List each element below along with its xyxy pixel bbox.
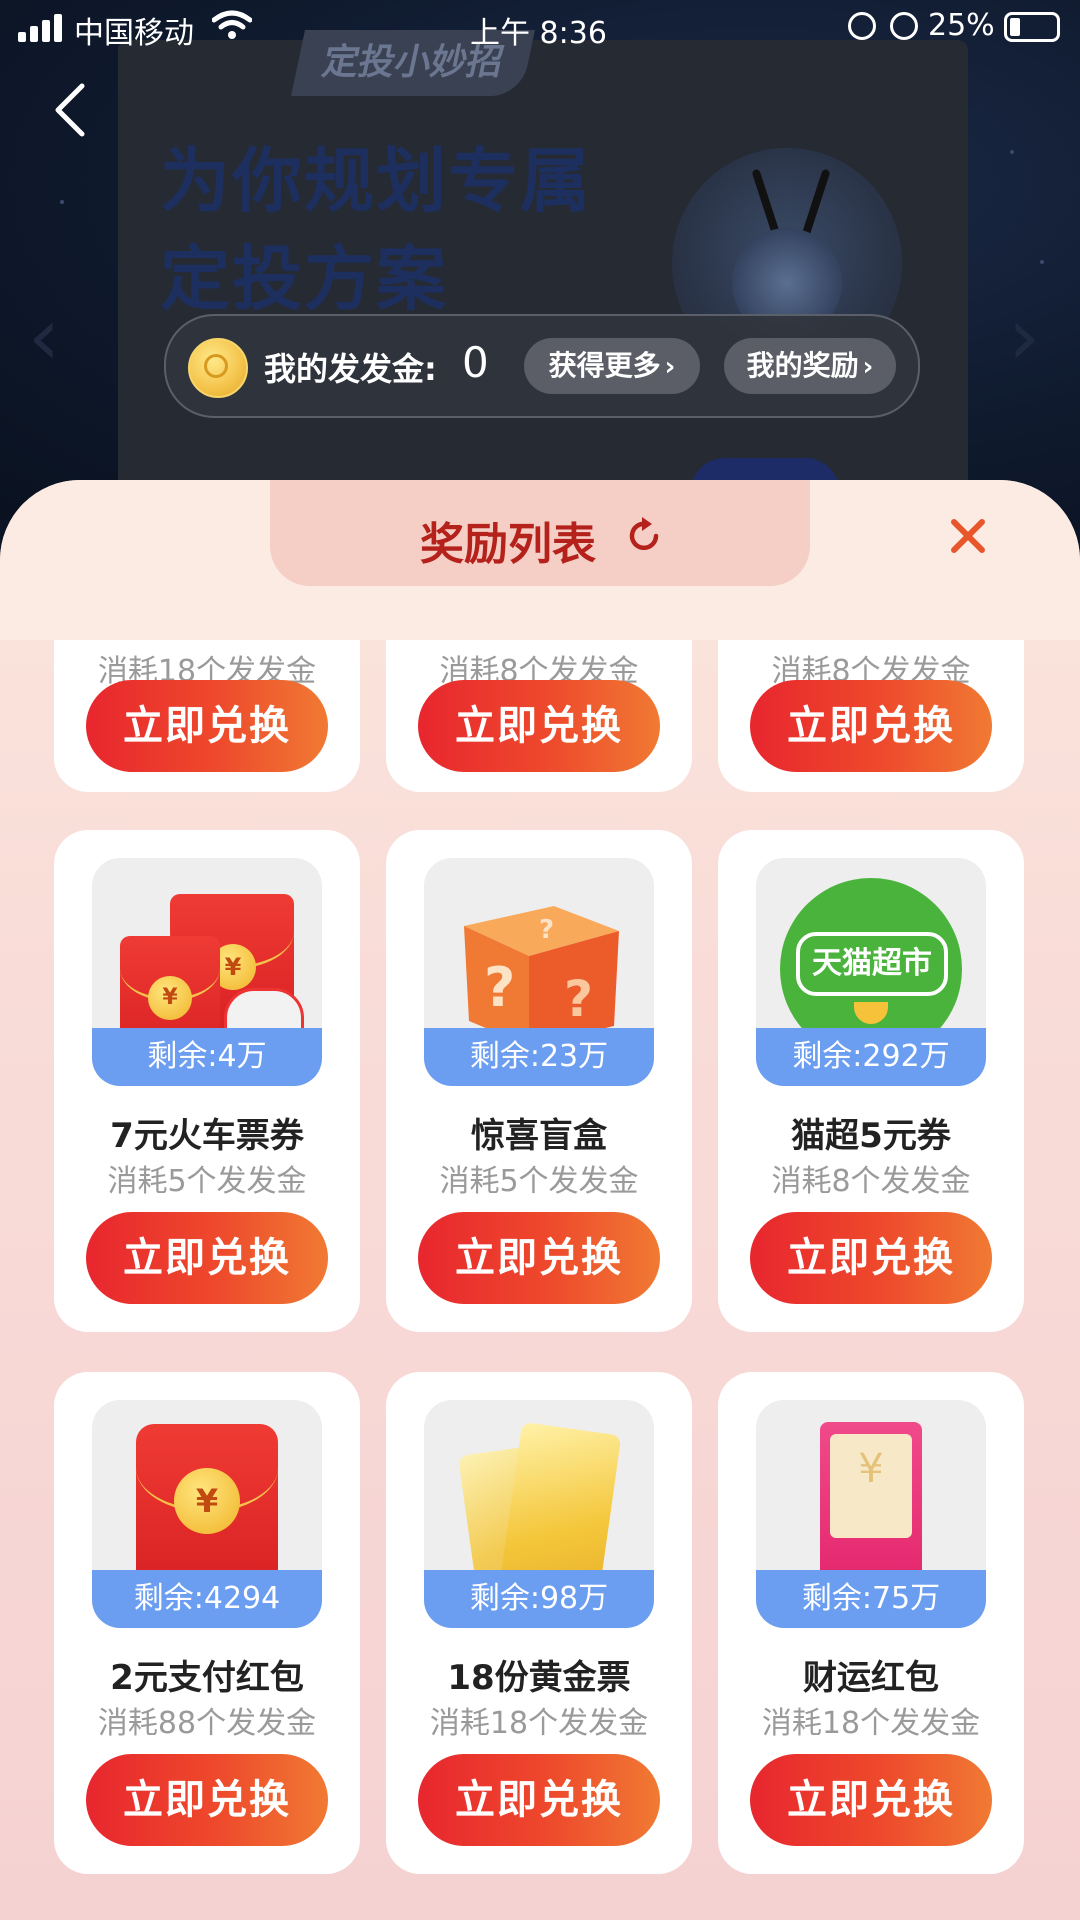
back-icon[interactable] — [50, 80, 90, 140]
banner-title-line1: 为你规划专属 — [160, 140, 592, 222]
tmall-logo-text: 天猫超市 — [796, 932, 948, 996]
my-rewards-label: 我的奖励 — [746, 349, 859, 382]
star-decoration — [1040, 260, 1044, 264]
reward-name: 猫超5元券 — [791, 1116, 951, 1156]
coin-balance-value: 0 — [462, 338, 489, 387]
reward-cost: 消耗5个发发金 — [107, 1164, 307, 1199]
remaining-badge: 剩余:292万 — [756, 1028, 986, 1086]
reward-name: 2元支付红包 — [110, 1658, 304, 1698]
reward-name: 财运红包 — [803, 1658, 939, 1698]
train-ticket-red-envelope-icon: ¥ ¥ 剩余:4万 — [92, 858, 322, 1086]
mystery-box-icon: ? ? ? 剩余:23万 — [424, 858, 654, 1086]
mascot-antenna — [801, 168, 831, 238]
get-more-button[interactable]: 获得更多 › — [524, 338, 700, 394]
redeem-button[interactable]: 立即兑换 — [750, 680, 992, 772]
reward-name: 18份黄金票 — [447, 1658, 631, 1698]
clock: 上午 8:36 — [470, 16, 607, 51]
rewards-sheet: 奖励列表 消耗18个发发金 立即兑换 消耗8个发发金 立即兑换 消耗8个发发金 … — [0, 480, 1080, 1920]
red-envelope-icon: ¥ 剩余:4294 — [92, 1400, 322, 1628]
carousel-prev-icon[interactable]: ‹ — [28, 290, 60, 383]
refresh-icon[interactable] — [622, 514, 666, 558]
star-decoration — [60, 200, 64, 204]
coin-balance-bar: 我的发发金: 0 获得更多 › 我的奖励 › — [164, 314, 920, 418]
smile-icon — [854, 1002, 888, 1024]
signal-icon — [18, 14, 64, 42]
remaining-badge: 剩余:98万 — [424, 1570, 654, 1628]
carousel-next-icon[interactable]: › — [1008, 290, 1040, 383]
reward-name: 惊喜盲盒 — [471, 1116, 607, 1156]
remaining-badge: 剩余:75万 — [756, 1570, 986, 1628]
chevron-right-icon: › — [862, 352, 874, 382]
svg-text:?: ? — [484, 956, 515, 1019]
reward-cost: 消耗8个发发金 — [771, 1164, 971, 1199]
get-more-label: 获得更多 — [548, 349, 661, 382]
carrier-label: 中国移动 — [74, 16, 194, 51]
rotation-lock-icon — [848, 12, 876, 40]
wifi-icon — [212, 10, 252, 39]
remaining-badge: 剩余:23万 — [424, 1028, 654, 1086]
reward-card: 消耗8个发发金 立即兑换 — [718, 640, 1024, 792]
battery-icon — [1004, 12, 1060, 42]
reward-card: 消耗8个发发金 立即兑换 — [386, 640, 692, 792]
reward-card-tmall-coupon[interactable]: 天猫超市 剩余:292万 猫超5元券 消耗8个发发金 立即兑换 — [718, 830, 1024, 1332]
gold-coin-icon — [188, 338, 248, 398]
star-decoration — [1010, 150, 1014, 154]
redeem-button[interactable]: 立即兑换 — [418, 1754, 660, 1846]
redeem-button[interactable]: 立即兑换 — [86, 680, 328, 772]
redeem-button[interactable]: 立即兑换 — [750, 1212, 992, 1304]
battery-percent: 25% — [928, 8, 995, 43]
tmall-supermarket-logo: 天猫超市 剩余:292万 — [756, 858, 986, 1086]
reward-card-gold-ticket[interactable]: 剩余:98万 18份黄金票 消耗18个发发金 立即兑换 — [386, 1372, 692, 1874]
redeem-button[interactable]: 立即兑换 — [86, 1754, 328, 1846]
gold-ticket-icon: 剩余:98万 — [424, 1400, 654, 1628]
reward-card-mystery-box[interactable]: ? ? ? 剩余:23万 惊喜盲盒 消耗5个发发金 立即兑换 — [386, 830, 692, 1332]
rewards-grid: 消耗18个发发金 立即兑换 消耗8个发发金 立即兑换 消耗8个发发金 立即兑换 … — [0, 640, 1080, 1920]
top-banner: 定投小妙招 为你规划专属 定投方案 ‹ › — [0, 0, 1080, 520]
reward-card: 消耗18个发发金 立即兑换 — [54, 640, 360, 792]
coin-balance-label: 我的发发金: — [264, 350, 437, 388]
reward-card-fortune-red-envelope[interactable]: ¥ 剩余:75万 财运红包 消耗18个发发金 立即兑换 — [718, 1372, 1024, 1874]
envelope-card: ¥ — [830, 1434, 912, 1538]
status-bar: 中国移动 上午 8:36 25% — [0, 0, 1080, 56]
reward-name: 7元火车票券 — [110, 1116, 304, 1156]
reward-cost: 消耗5个发发金 — [439, 1164, 639, 1199]
redeem-button[interactable]: 立即兑换 — [418, 1212, 660, 1304]
sheet-title: 奖励列表 — [420, 519, 596, 570]
redeem-button[interactable]: 立即兑换 — [418, 680, 660, 772]
reward-cost: 消耗88个发发金 — [97, 1706, 317, 1741]
alarm-icon — [890, 12, 918, 40]
mascot-antenna — [751, 168, 781, 238]
close-icon[interactable] — [946, 514, 990, 558]
my-rewards-button[interactable]: 我的奖励 › — [724, 338, 896, 394]
remaining-badge: 剩余:4294 — [92, 1570, 322, 1628]
fortune-red-envelope-icon: ¥ 剩余:75万 — [756, 1400, 986, 1628]
reward-card-payment-red-envelope[interactable]: ¥ 剩余:4294 2元支付红包 消耗88个发发金 立即兑换 — [54, 1372, 360, 1874]
svg-text:?: ? — [539, 915, 554, 945]
redeem-button[interactable]: 立即兑换 — [750, 1754, 992, 1846]
redeem-button[interactable]: 立即兑换 — [86, 1212, 328, 1304]
reward-card-train-ticket[interactable]: ¥ ¥ 剩余:4万 7元火车票券 消耗5个发发金 立即兑换 — [54, 830, 360, 1332]
svg-text:?: ? — [564, 970, 593, 1028]
chevron-right-icon: › — [664, 352, 676, 382]
banner-title: 为你规划专属 定投方案 — [160, 132, 592, 328]
reward-cost: 消耗18个发发金 — [761, 1706, 981, 1741]
remaining-badge: 剩余:4万 — [92, 1028, 322, 1086]
reward-cost: 消耗18个发发金 — [429, 1706, 649, 1741]
